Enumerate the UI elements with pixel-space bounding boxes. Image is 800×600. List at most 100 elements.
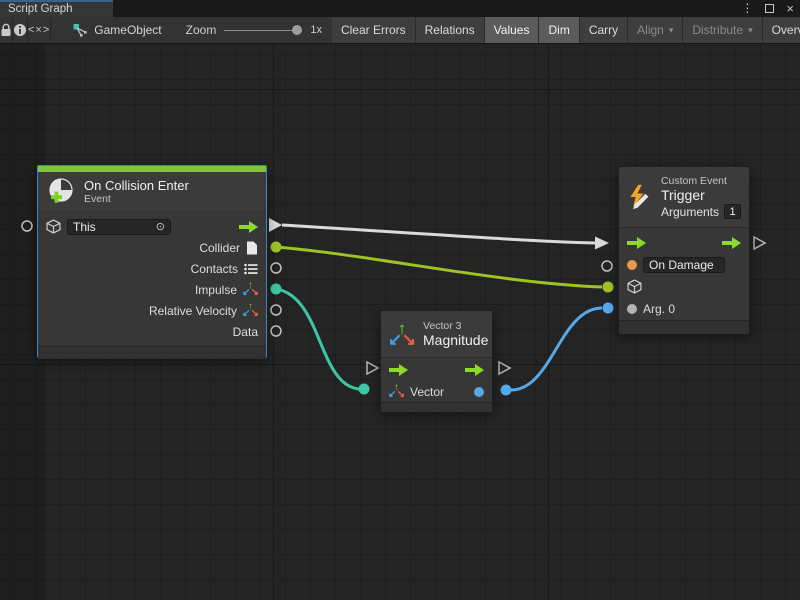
port-row-impulse: Impulse ↑↙↘ [38,279,266,300]
port-arg0-input[interactable] [603,303,614,314]
file-icon [246,241,258,255]
info-icon [13,23,27,37]
port-row-contacts: Contacts [38,258,266,279]
vector3-icon: ↑↙↘ [243,282,258,297]
gameobject-context[interactable]: GameObject [51,17,171,43]
cube-icon [46,219,61,234]
target-row: This ⊙ [38,216,266,237]
clear-errors-button[interactable]: Clear Errors [332,17,416,43]
close-icon[interactable]: × [786,0,794,17]
gameobject-icon [73,23,88,37]
node-subtitle: Event [84,193,189,205]
node-footer [381,402,492,412]
node-on-collision-enter[interactable]: On Collision Enter Event This ⊙ Collider [37,165,267,358]
graph-canvas[interactable]: On Collision Enter Event This ⊙ Collider [0,44,800,600]
port-target-input[interactable] [22,221,32,231]
event-target-row [619,276,749,297]
graph-toolbar: <×> GameObject Zoom 1x Clear Errors Rela… [0,17,800,44]
vector3-icon: ↑↙↘ [243,303,258,318]
flow-arrow-icon [722,237,741,249]
wire-flow-white[interactable] [282,225,595,243]
flow-row [619,232,749,253]
port-magnitude-flow-input[interactable] [367,362,378,374]
zoom-slider[interactable] [224,23,302,37]
wire-magnitude-blue[interactable] [511,308,602,390]
gameobject-label: GameObject [94,23,161,37]
node-vector3-magnitude[interactable]: ↑↙↘ Vector 3 Magnitude ↑↙↘ Vector [380,310,493,410]
target-picker-icon[interactable]: ⊙ [150,220,165,233]
port-relative-velocity-output[interactable] [271,305,281,315]
flow-arrow-icon [465,364,484,376]
overview-button[interactable]: Overview [763,17,800,43]
distribute-dropdown[interactable]: Distribute ▾ [683,17,762,43]
port-magnitude-result-output[interactable] [501,385,512,396]
arg0-row: Arg. 0 [619,298,749,319]
port-vector-input[interactable] [359,384,370,395]
port-event-target-input[interactable] [603,282,614,293]
port-collider-output[interactable] [271,242,282,253]
tab-title: Script Graph [8,3,73,15]
zoom-slider-handle[interactable] [292,25,302,35]
chevron-down-icon: ▾ [669,25,674,36]
port-impulse-output[interactable] [271,284,282,295]
vector-input-row: ↑↙↘ Vector [381,381,492,402]
port-data-output[interactable] [271,326,281,336]
port-event-flow-output[interactable] [754,237,765,249]
vector3-icon: ↑↙↘ [389,384,404,399]
port-magnitude-flow-output[interactable] [499,362,510,374]
on-collision-enter-icon [46,176,76,206]
flow-arrow-icon [239,221,258,233]
align-dropdown[interactable]: Align ▾ [628,17,683,43]
relations-button[interactable]: Relations [416,17,485,43]
tab-script-graph[interactable]: Script Graph [0,0,113,17]
node-title: On Collision Enter [84,178,189,193]
event-name-row: On Damage [619,254,749,275]
port-contacts-output[interactable] [271,263,281,273]
maximize-icon[interactable] [765,4,774,13]
wire-collider-green[interactable] [276,247,602,287]
node-title: Trigger [661,187,741,203]
code-icon: <×> [28,24,50,36]
arguments-field[interactable]: 1 [724,204,741,219]
zoom-label: Zoom [186,23,217,37]
wire-impulse-teal[interactable] [276,289,359,389]
node-category: Custom Event [661,175,741,187]
event-name-field[interactable]: On Damage [643,257,725,273]
custom-event-icon [627,182,653,212]
vector3-icon: ↑↙↘ [389,321,415,347]
dim-button[interactable]: Dim [539,17,579,43]
flow-arrow-icon [627,237,646,249]
node-footer [38,346,266,359]
port-row-relative-velocity: Relative Velocity ↑↙↘ [38,300,266,321]
port-row-collider: Collider [38,237,266,258]
float-output-port-dot[interactable] [474,387,484,397]
info-button[interactable] [13,17,28,43]
port-flow-output[interactable] [269,218,282,232]
list-icon [244,263,258,275]
port-event-name-input[interactable] [602,261,612,271]
node-footer [619,320,749,334]
flow-row [381,359,492,380]
zoom-value: 1x [310,24,322,36]
carry-button[interactable]: Carry [580,17,628,43]
target-field[interactable]: This ⊙ [67,219,171,235]
flow-arrow-icon [389,364,408,376]
values-button[interactable]: Values [485,17,540,43]
port-row-data: Data [38,321,266,342]
node-trigger-custom-event[interactable]: Custom Event Trigger Arguments 1 [618,166,750,333]
chevron-down-icon: ▾ [748,25,753,36]
zoom-slider-track [224,30,302,31]
kebab-menu-icon[interactable]: ⋮ [741,0,753,17]
arguments-label: Arguments [661,205,719,219]
title-bar: Script Graph ⋮ × [0,0,800,17]
lock-button[interactable] [0,17,13,43]
node-title: Magnitude [423,332,488,348]
string-port-dot[interactable] [627,260,637,270]
code-view-button[interactable]: <×> [28,17,51,43]
zoom-control: Zoom 1x [172,17,330,43]
cube-icon [627,279,642,294]
node-category: Vector 3 [423,320,488,332]
wire-flow-arrowhead [595,237,609,250]
lock-icon [0,23,12,37]
arg0-port-dot[interactable] [627,304,637,314]
